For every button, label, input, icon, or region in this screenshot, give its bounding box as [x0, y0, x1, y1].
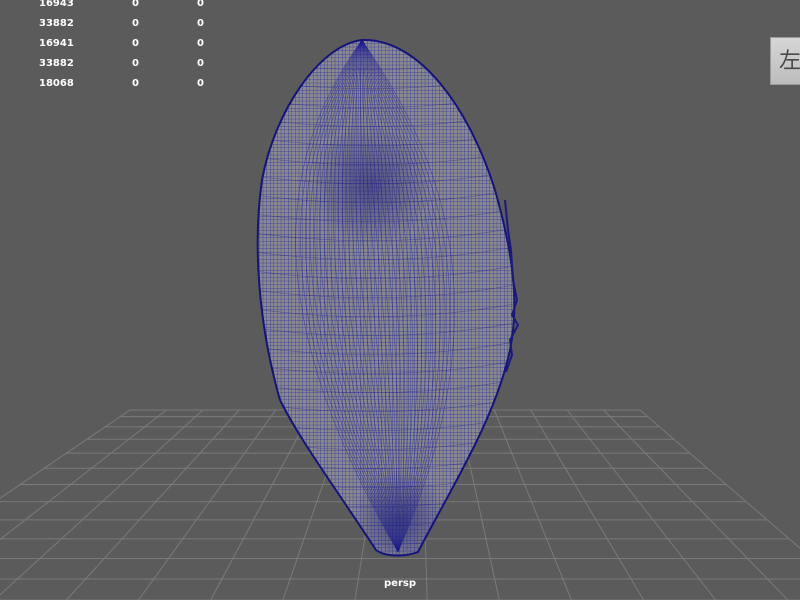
grid-line — [138, 409, 277, 600]
grid-line — [210, 409, 313, 600]
hud-row: 33882 0 0 — [0, 14, 230, 34]
hud-value: 0 — [197, 78, 204, 89]
hud-value: 0 — [132, 78, 139, 89]
heads-up-display: 16943 0 0 33882 0 0 16941 0 0 33882 0 0 … — [0, 0, 230, 94]
hud-value: 0 — [197, 38, 204, 49]
grid-line — [639, 409, 800, 549]
grid-line — [530, 409, 645, 600]
mesh-object[interactable] — [240, 38, 530, 564]
hud-row: 16943 0 0 — [0, 0, 230, 14]
hud-value: 0 — [197, 0, 204, 9]
grid-line — [493, 409, 572, 600]
hud-value: 0 — [132, 38, 139, 49]
hud-value: 0 — [132, 58, 139, 69]
hud-row: 18068 0 0 — [0, 74, 230, 94]
grid-line — [0, 409, 131, 499]
hud-value: 0 — [197, 58, 204, 69]
grid-line — [0, 409, 204, 596]
hud-value: 33882 — [39, 58, 74, 69]
camera-name-label: persp — [384, 578, 416, 589]
viewport-panel[interactable]: 16943 0 0 33882 0 0 16941 0 0 33882 0 0 … — [0, 0, 800, 600]
hud-value: 16943 — [39, 0, 74, 9]
hud-value: 0 — [132, 0, 139, 9]
grid-line — [66, 409, 240, 600]
hud-row: 33882 0 0 — [0, 54, 230, 74]
view-cube-label: 左 — [779, 49, 800, 74]
grid-line — [603, 409, 789, 600]
grid-line — [566, 409, 717, 600]
hud-value: 16941 — [39, 38, 74, 49]
hud-value: 0 — [197, 18, 204, 29]
hud-value: 18068 — [39, 78, 74, 89]
hud-value: 33882 — [39, 18, 74, 29]
hud-row: 16941 0 0 — [0, 34, 230, 54]
hud-value: 0 — [132, 18, 139, 29]
view-cube-icon[interactable]: 左 — [770, 37, 800, 85]
